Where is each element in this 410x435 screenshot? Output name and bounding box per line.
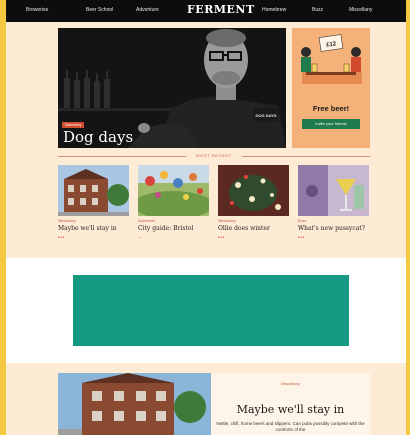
ad-band [6, 258, 406, 363]
card-title[interactable]: Maybe we'll stay in [58, 225, 117, 232]
card-category[interactable]: Miscellany [58, 219, 76, 223]
hero-title[interactable]: Dog days [61, 128, 136, 146]
shirt-logo-text: DOG DAYS [256, 113, 277, 118]
nav-link-homebrew[interactable]: Homebrew [262, 7, 286, 13]
nav-link-beer-school[interactable]: Beer School [86, 7, 113, 13]
top-nav: Breweries Beer School Adventure FERMENT … [6, 0, 406, 22]
card-category[interactable]: Buzz [298, 219, 306, 223]
card-more-indicator: ••• [58, 235, 65, 241]
card-image-brick-house [58, 165, 129, 216]
promo-illustration: £12 [292, 28, 370, 98]
ad-banner[interactable] [73, 275, 349, 346]
card-category[interactable]: Miscellany [218, 219, 236, 223]
feature-title[interactable]: Maybe we'll stay in [211, 403, 370, 416]
feature-article[interactable]: Miscellany Maybe we'll stay in Nettle, c… [211, 373, 370, 435]
feature-image-brick-house[interactable] [58, 373, 211, 435]
card-image-cocktail [298, 165, 369, 216]
ferment-logo[interactable]: FERMENT [187, 3, 255, 16]
feature-excerpt: Nettle, chill, home beers and slippers. … [216, 421, 365, 432]
feature-category[interactable]: Miscellany [211, 381, 370, 386]
nav-link-miscellany[interactable]: Miscellany [349, 7, 372, 13]
promo-headline: Free beer! [312, 104, 350, 113]
page: Breweries Beer School Adventure FERMENT … [6, 0, 406, 435]
promo-card: £12 Free beer! Invite your friends [292, 28, 370, 148]
card-title[interactable]: City guide: Bristol [138, 225, 193, 232]
nav-link-buzz[interactable]: Buzz [312, 7, 323, 13]
divider-line-right [242, 156, 370, 157]
nav-link-adventure[interactable]: Adventure [136, 7, 159, 13]
card-title[interactable]: Ollie does winter [218, 225, 270, 232]
card-more-indicator: ••• [218, 235, 225, 241]
nav-link-breweries[interactable]: Breweries [26, 7, 48, 13]
invite-friends-button[interactable]: Invite your friends [302, 119, 360, 129]
card-more-indicator: – [138, 235, 142, 241]
most-recent-divider: MOST RECENT [58, 151, 370, 161]
card-more-indicator: ••• [298, 235, 305, 241]
card-category[interactable]: Adventure [138, 219, 155, 223]
hero-article[interactable]: DOG DAYS Miscellany Dog days [58, 28, 286, 148]
card-image-bristol-balloons [138, 165, 209, 216]
card-image-winter-lights [218, 165, 289, 216]
card-title[interactable]: What's new pussycat? [298, 225, 365, 232]
